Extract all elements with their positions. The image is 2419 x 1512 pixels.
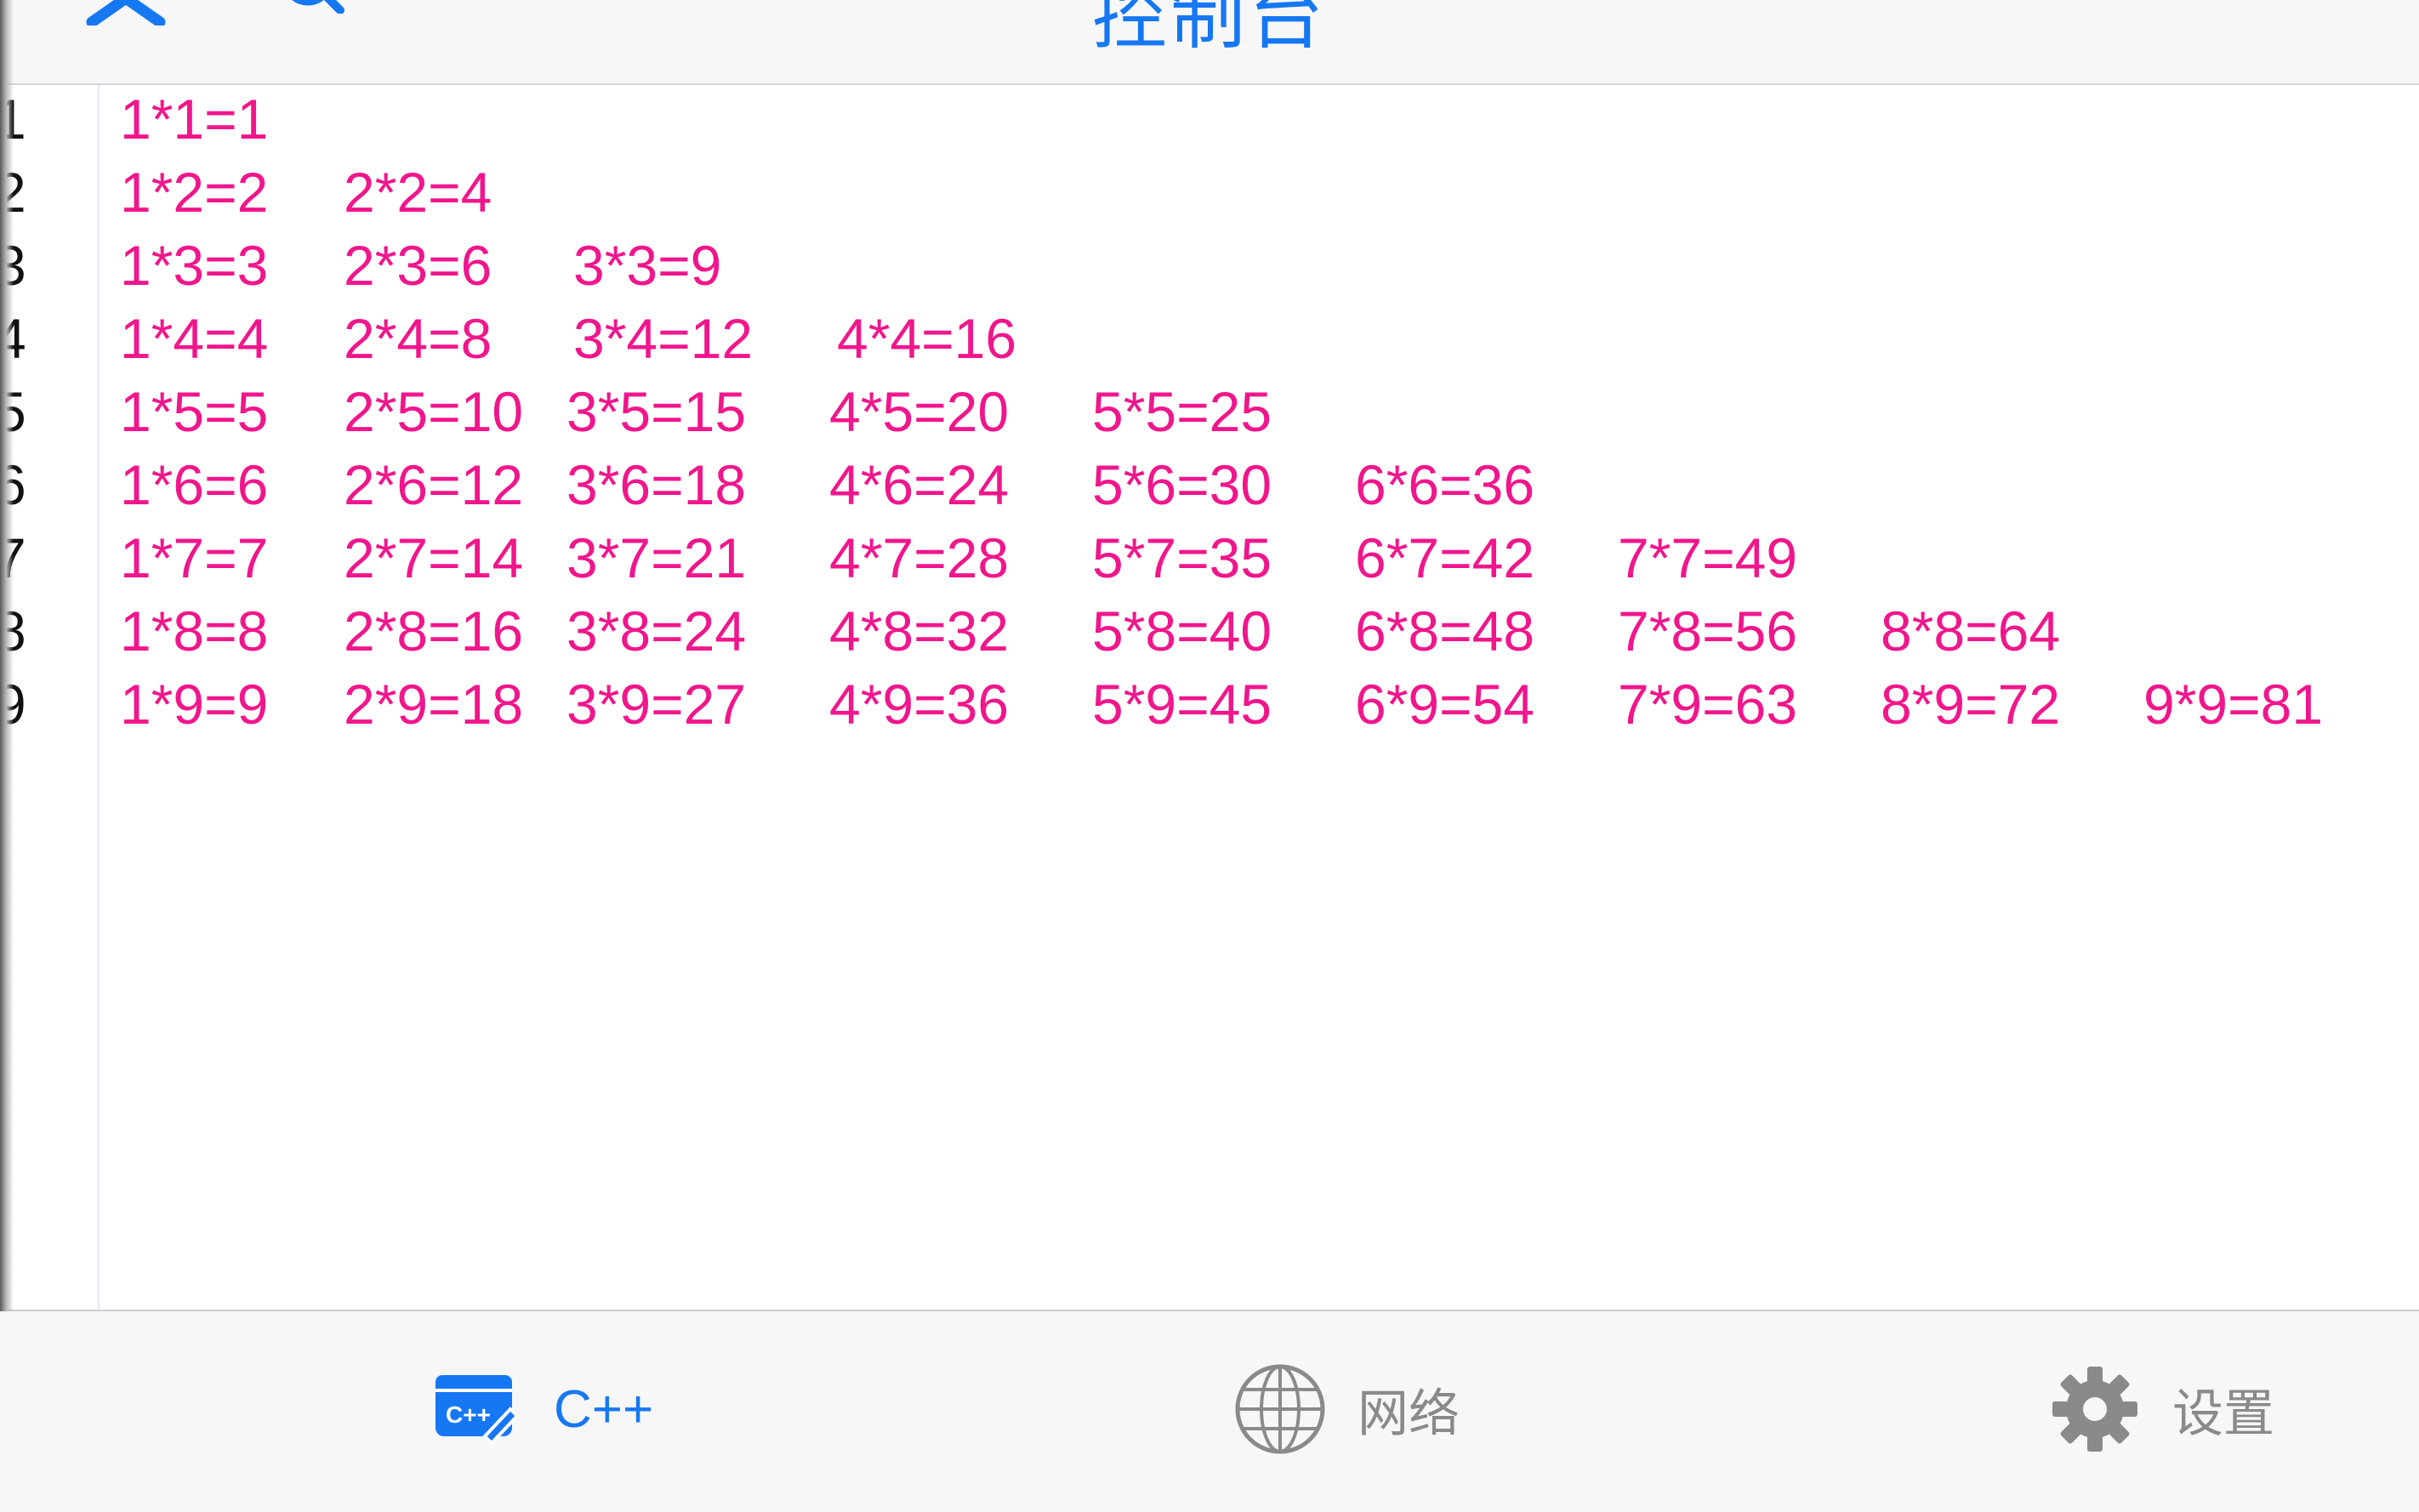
output-cell: 4*8=32: [829, 600, 1010, 662]
output-cell: 1*9=9: [120, 673, 269, 736]
tab-network-label: 网络: [1357, 1384, 1460, 1444]
output-cell: 2*8=16: [344, 600, 524, 662]
output-cell: 1*6=6: [120, 453, 269, 516]
output-cell: 5*6=30: [1092, 453, 1272, 516]
output-cell: 3*5=15: [566, 380, 747, 443]
output-cell: 1*8=8: [120, 600, 269, 662]
page-title: 控制台: [1091, 0, 1327, 60]
output-cell: 8*9=72: [1881, 673, 2061, 736]
left-edge-shadow: [0, 0, 14, 1311]
output-cell: 1*5=5: [120, 380, 269, 443]
output-cell: 2*3=6: [344, 234, 492, 297]
output-cell: 1*7=7: [120, 526, 269, 589]
output-cell: 1*1=1: [120, 88, 269, 151]
output-cell: 4*5=20: [829, 380, 1010, 443]
output-cell: 4*4=16: [837, 307, 1017, 370]
output-cell: 6*6=36: [1355, 453, 1535, 516]
output-cell: 2*5=10: [344, 380, 524, 443]
svg-text:C++: C++: [446, 1401, 491, 1428]
top-navigation-bar: 控制台: [0, 0, 2419, 85]
output-cell: 4*9=36: [829, 673, 1010, 736]
output-cell: 4*6=24: [829, 453, 1010, 516]
output-cell: 1*2=2: [120, 161, 269, 224]
output-cell: 6*7=42: [1355, 526, 1535, 589]
console-line: 61*6=62*6=123*6=184*6=245*6=306*6=36: [0, 448, 2419, 521]
output-cell: 2*9=18: [344, 673, 524, 736]
console-line: 41*4=42*4=83*4=124*4=16: [0, 302, 2419, 375]
console-line: 11*1=1: [0, 82, 2419, 156]
output-cell: 9*9=81: [2143, 673, 2324, 736]
bottom-tab-bar: C++ C++ 网络 设置: [0, 1310, 2419, 1512]
output-cell: 3*8=24: [566, 600, 747, 662]
tab-settings-label: 设置: [2172, 1384, 2274, 1444]
output-cell: 3*3=9: [573, 234, 722, 297]
cpp-code-icon: C++: [435, 1375, 520, 1446]
output-cell: 2*6=12: [344, 453, 524, 516]
output-cell: 8*8=64: [1881, 600, 2061, 662]
network-tab-icon-wrap: [1233, 1362, 1327, 1456]
output-cell: 6*9=54: [1355, 673, 1535, 736]
output-cell: 7*7=49: [1618, 526, 1798, 589]
output-cell: 7*8=56: [1618, 600, 1798, 662]
console-line: 51*5=52*5=103*5=154*5=205*5=25: [0, 375, 2419, 448]
app-window: 控制台 11*1=121*2=22*2=431*3=32*3=63*3=941*…: [0, 0, 2419, 1512]
console-line: 91*9=92*9=183*9=274*9=365*9=456*9=547*9=…: [0, 668, 2419, 741]
output-cell: 2*7=14: [344, 526, 524, 589]
console-line: 21*2=22*2=4: [0, 156, 2419, 229]
output-cell: 3*9=27: [566, 673, 747, 736]
cpp-tab-icon-wrap: C++: [430, 1362, 523, 1456]
output-cell: 3*6=18: [566, 453, 747, 516]
console-line: 81*8=82*8=163*8=244*8=325*8=406*8=487*8=…: [0, 594, 2419, 668]
output-cell: 6*8=48: [1355, 600, 1535, 662]
output-cell: 2*2=4: [344, 161, 492, 224]
output-cell: 5*5=25: [1092, 380, 1272, 443]
output-cell: 5*9=45: [1092, 673, 1272, 736]
tab-network[interactable]: 网络: [1233, 1362, 1460, 1456]
output-cell: 5*8=40: [1092, 600, 1272, 662]
gear-icon: [2052, 1367, 2137, 1452]
output-cell: 5*7=35: [1092, 526, 1272, 589]
settings-tab-icon-wrap: [2048, 1362, 2142, 1456]
globe-icon: [1235, 1364, 1325, 1454]
console-line: 31*3=32*3=63*3=9: [0, 229, 2419, 302]
tab-settings[interactable]: 设置: [2048, 1362, 2274, 1456]
output-cell: 1*4=4: [120, 307, 269, 370]
console-output[interactable]: 11*1=121*2=22*2=431*3=32*3=63*3=941*4=42…: [0, 85, 2419, 1310]
tab-cpp-label: C++: [554, 1379, 654, 1439]
output-cell: 3*7=21: [566, 526, 747, 589]
tab-cpp[interactable]: C++ C++: [430, 1362, 653, 1456]
output-cell: 1*3=3: [120, 234, 269, 297]
output-cell: 3*4=12: [573, 307, 754, 370]
output-cell: 2*4=8: [344, 307, 492, 370]
output-cell: 7*9=63: [1618, 673, 1798, 736]
output-cell: 4*7=28: [829, 526, 1010, 589]
console-line: 71*7=72*7=143*7=214*7=285*7=356*7=427*7=…: [0, 521, 2419, 594]
